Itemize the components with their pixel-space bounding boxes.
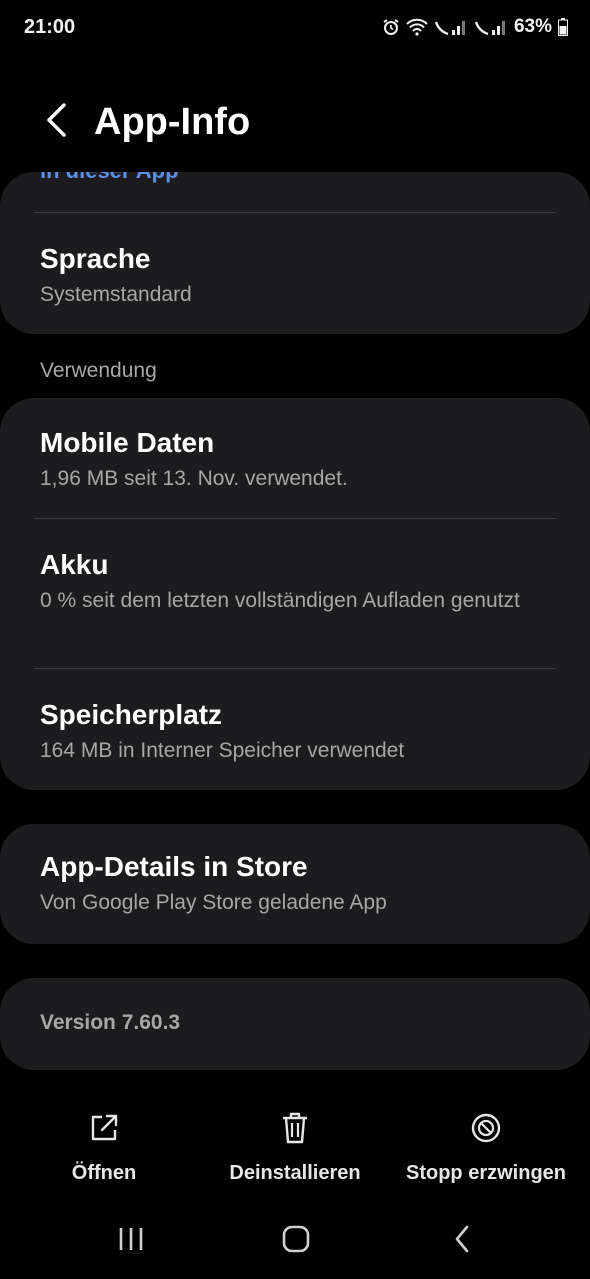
- mobile-data-item[interactable]: Mobile Daten 1,96 MB seit 13. Nov. verwe…: [40, 426, 550, 493]
- alarm-icon: [382, 18, 400, 36]
- uninstall-button[interactable]: Deinstallieren: [225, 1108, 365, 1185]
- back-button[interactable]: [26, 92, 86, 152]
- divider: [34, 668, 556, 669]
- store-details-subtitle: Von Google Play Store geladene App: [40, 891, 387, 914]
- page-title: App-Info: [94, 100, 251, 143]
- battery-icon: [558, 18, 568, 36]
- open-label: Öffnen: [71, 1162, 137, 1184]
- back-icon: [452, 1224, 472, 1259]
- in-app-link[interactable]: in dieser App: [40, 172, 179, 184]
- trash-icon: [275, 1108, 315, 1148]
- version-text: Version 7.60.3: [40, 1011, 181, 1034]
- divider: [34, 518, 556, 519]
- open-external-icon: [84, 1108, 124, 1148]
- language-title: Sprache: [40, 243, 151, 274]
- status-icons: 63%: [382, 16, 568, 38]
- version-card: Version 7.60.3: [0, 978, 590, 1070]
- recent-apps-button[interactable]: [96, 1219, 166, 1263]
- store-card: App-Details in Store Von Google Play Sto…: [0, 824, 590, 944]
- block-icon: [466, 1108, 506, 1148]
- chevron-left-icon: [44, 102, 68, 143]
- uninstall-label: Deinstallieren: [229, 1162, 361, 1184]
- divider: [34, 212, 556, 213]
- mobile-data-subtitle: 1,96 MB seit 13. Nov. verwendet.: [40, 467, 348, 490]
- open-button[interactable]: Öffnen: [64, 1108, 144, 1185]
- nav-back-button[interactable]: [427, 1219, 497, 1263]
- language-item[interactable]: Sprache Systemstandard: [40, 242, 550, 309]
- section-header-usage: Verwendung: [40, 359, 157, 382]
- app-settings-card: in dieser App Sprache Systemstandard: [0, 172, 590, 334]
- force-stop-button[interactable]: Stopp erzwingen: [400, 1108, 572, 1185]
- recent-apps-icon: [116, 1226, 146, 1257]
- home-button[interactable]: [261, 1219, 331, 1263]
- status-bar: 21:00 63%: [0, 0, 590, 54]
- store-details-item[interactable]: App-Details in Store Von Google Play Sto…: [40, 850, 550, 917]
- store-details-title: App-Details in Store: [40, 851, 308, 882]
- bottom-actions: Öffnen Deinstallieren Stopp erzwingen: [0, 1108, 590, 1198]
- battery-level: 63%: [513, 16, 552, 37]
- battery-item[interactable]: Akku 0 % seit dem letzten vollständigen …: [40, 548, 550, 615]
- app-bar: App-Info: [0, 86, 590, 158]
- storage-subtitle: 164 MB in Interner Speicher verwendet: [40, 739, 405, 762]
- language-subtitle: Systemstandard: [40, 283, 192, 306]
- volte-signal-icon: [434, 18, 468, 36]
- navigation-bar: [0, 1205, 590, 1279]
- home-icon: [281, 1224, 311, 1259]
- wifi-icon: [406, 18, 428, 36]
- status-time: 21:00: [24, 15, 76, 38]
- storage-title: Speicherplatz: [40, 699, 223, 730]
- battery-title: Akku: [40, 549, 109, 580]
- battery-subtitle: 0 % seit dem letzten vollständigen Aufla…: [40, 589, 520, 612]
- usage-card: Mobile Daten 1,96 MB seit 13. Nov. verwe…: [0, 398, 590, 790]
- mobile-data-title: Mobile Daten: [40, 427, 215, 458]
- storage-item[interactable]: Speicherplatz 164 MB in Interner Speiche…: [40, 698, 550, 765]
- force-stop-label: Stopp erzwingen: [406, 1162, 566, 1184]
- volte-signal-icon: [474, 18, 508, 36]
